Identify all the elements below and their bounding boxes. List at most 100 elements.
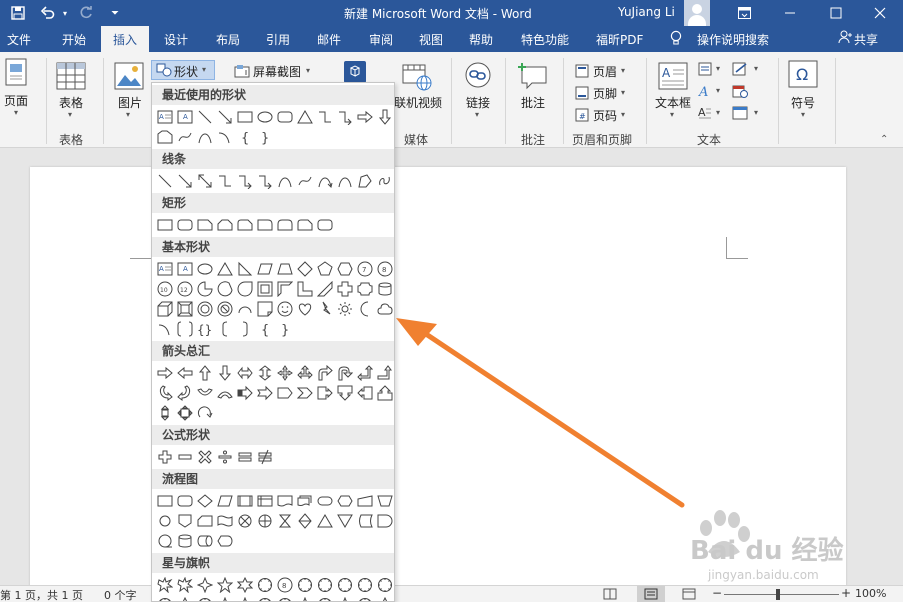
shape-lbrace-icon[interactable]: { [235, 127, 255, 147]
link-dropdown-icon[interactable]: ▾ [475, 110, 479, 119]
shape-curvl-icon[interactable] [175, 383, 195, 403]
symbol-dropdown-icon[interactable]: ▾ [801, 110, 805, 119]
shape-line-icon[interactable] [155, 171, 175, 191]
shape-cube-icon[interactable] [155, 299, 175, 319]
shape-curve-icon[interactable] [195, 127, 215, 147]
redo-icon[interactable] [76, 4, 96, 22]
page-count[interactable]: 第 1 页，共 1 页 [0, 587, 83, 602]
shape-fcdirect-icon[interactable] [195, 531, 215, 551]
shape-rarrow-icon[interactable] [355, 107, 375, 127]
shape-rcallout-icon[interactable] [315, 383, 335, 403]
shape-minus-icon[interactable] [175, 447, 195, 467]
drop-cap-dropdown-icon[interactable]: ▾ [716, 108, 720, 117]
shape-starn-icon[interactable] [255, 575, 275, 595]
shape-starn-icon[interactable] [275, 595, 295, 601]
shape-darr-icon[interactable] [375, 107, 394, 127]
shape-udarr-icon[interactable] [255, 363, 275, 383]
shape-textbox-icon[interactable]: A [155, 259, 175, 279]
shape-equal-icon[interactable] [235, 447, 255, 467]
close-icon[interactable] [872, 4, 888, 22]
undo-icon[interactable] [38, 4, 58, 22]
shape-tri-icon[interactable] [215, 259, 235, 279]
tell-me-search[interactable]: 操作说明搜索 [697, 31, 769, 48]
shape-stripedarr-icon[interactable] [235, 383, 255, 403]
quick-parts-icon[interactable] [698, 62, 712, 79]
tab-references[interactable]: 引用 [266, 31, 290, 48]
shape-octa-icon[interactable]: 8 [275, 575, 295, 595]
shape-nosymbol-icon[interactable] [215, 299, 235, 319]
online-video-icon[interactable] [402, 64, 432, 95]
shape-rect-icon[interactable] [155, 215, 175, 235]
shape-arcl-icon[interactable] [155, 319, 175, 339]
shape-lbracket-icon[interactable] [215, 319, 235, 339]
shape-mult-icon[interactable] [195, 447, 215, 467]
table-icon[interactable] [56, 62, 86, 93]
undo-dropdown-icon[interactable]: ▾ [60, 4, 70, 22]
shape-fcprocess-icon[interactable] [155, 491, 175, 511]
shape-rarrow-icon[interactable] [155, 363, 175, 383]
shape-frect-icon[interactable] [155, 127, 175, 147]
shape-donut-icon[interactable] [195, 299, 215, 319]
textbox-button[interactable]: 文本框 [655, 94, 691, 111]
shape-explosion-icon[interactable] [155, 575, 175, 595]
tab-foxit-pdf[interactable]: 福昕PDF [596, 31, 643, 48]
tab-design[interactable]: 设计 [164, 31, 188, 48]
header-icon[interactable] [575, 64, 589, 81]
shape-larr-icon[interactable] [175, 363, 195, 383]
picture-icon[interactable] [114, 62, 144, 93]
shape-explosion-icon[interactable] [175, 575, 195, 595]
tab-special-features[interactable]: 特色功能 [521, 31, 569, 48]
table-button[interactable]: 表格 [59, 94, 83, 111]
shape-fcdata-icon[interactable] [215, 491, 235, 511]
tab-insert[interactable]: 插入 [101, 26, 149, 52]
shape-sun-icon[interactable] [335, 299, 355, 319]
collapse-ribbon-icon[interactable]: ⌃ [880, 134, 888, 145]
comment-button[interactable]: 批注 [521, 94, 545, 111]
shape-hexa-icon[interactable] [335, 259, 355, 279]
tab-file[interactable]: 文件 [7, 31, 31, 48]
shape-star4-icon[interactable] [195, 575, 215, 595]
shape-chord-icon[interactable] [215, 279, 235, 299]
shape-fcsort-icon[interactable] [295, 511, 315, 531]
shape-fctape-icon[interactable] [215, 511, 235, 531]
shape-curve-icon[interactable] [335, 171, 355, 191]
object-dropdown-icon[interactable]: ▾ [754, 108, 758, 117]
shape-freeform-icon[interactable] [355, 171, 375, 191]
shape-tri-icon[interactable] [295, 107, 315, 127]
shape-elbow-icon[interactable] [215, 171, 235, 191]
screenshot-button[interactable]: 屏幕截图 [253, 63, 301, 80]
shape-fcterm-icon[interactable] [315, 491, 335, 511]
read-mode-icon[interactable] [603, 588, 617, 602]
shape-cross-icon[interactable] [335, 279, 355, 299]
picture-dropdown-icon[interactable]: ▾ [126, 110, 130, 119]
header-button[interactable]: 页眉 [593, 63, 617, 80]
shape-arcl-icon[interactable] [215, 127, 235, 147]
shape-cloud-icon[interactable] [375, 299, 394, 319]
signature-line-icon[interactable] [732, 62, 748, 79]
shape-fcmultidoc-icon[interactable] [295, 491, 315, 511]
shape-dcallout-icon[interactable] [335, 383, 355, 403]
shape-uturn-icon[interactable] [335, 363, 355, 383]
shape-frame-icon[interactable] [255, 279, 275, 299]
shape-fcinternal-icon[interactable] [255, 491, 275, 511]
picture-button[interactable]: 图片 [118, 94, 142, 111]
shape-dbrace-icon[interactable]: {} [195, 319, 215, 339]
shape-quadcallout-icon[interactable] [175, 403, 195, 423]
page-dropdown-icon[interactable]: ▾ [14, 108, 18, 117]
shape-fcconn-icon[interactable] [155, 511, 175, 531]
shape-rect-icon[interactable] [235, 107, 255, 127]
shape-dodeca-icon[interactable]: 12 [175, 279, 195, 299]
more-icon[interactable]: ⏷ [108, 4, 122, 22]
shape-circarr-icon[interactable] [195, 403, 215, 423]
shape-starn-icon[interactable] [315, 595, 335, 601]
shape-fcsum-icon[interactable] [235, 511, 255, 531]
shape-starn-icon[interactable] [195, 595, 215, 601]
shape-darrow-icon[interactable] [195, 171, 215, 191]
wordart-dropdown-icon[interactable]: ▾ [716, 86, 720, 95]
shape-darr-icon[interactable] [215, 363, 235, 383]
tab-layout[interactable]: 布局 [216, 31, 240, 48]
shape-arrow-icon[interactable] [175, 171, 195, 191]
shape-rsnip-icon[interactable] [235, 215, 255, 235]
shape-vtext-icon[interactable]: A [175, 259, 195, 279]
page-number-dropdown-icon[interactable]: ▾ [621, 110, 625, 119]
